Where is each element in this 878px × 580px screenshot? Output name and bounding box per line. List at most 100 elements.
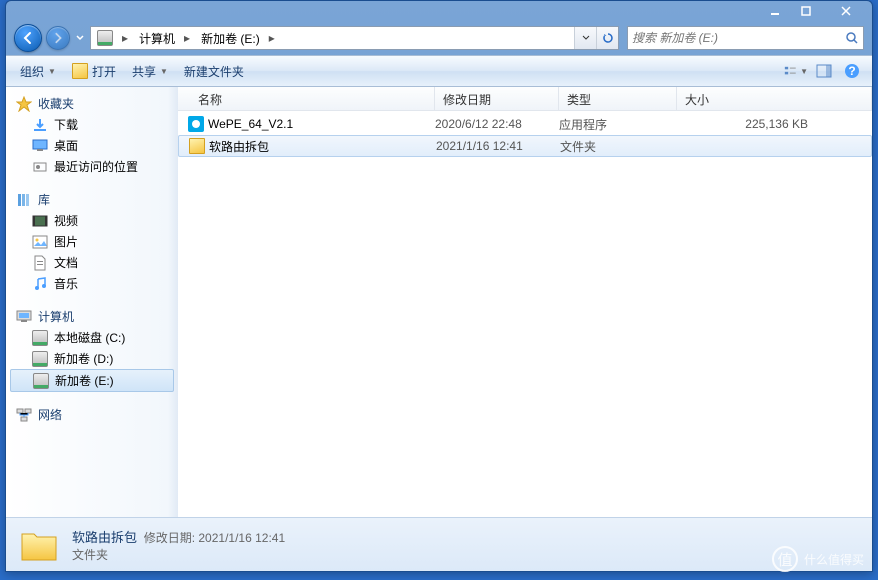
file-list[interactable]: WePE_64_V2.1 2020/6/12 22:48 应用程序 225,13… [178, 111, 872, 517]
music-icon [32, 276, 48, 292]
folder-open-icon [72, 63, 88, 79]
sidebar-item-videos[interactable]: 视频 [6, 210, 178, 231]
help-button[interactable]: ? [840, 59, 864, 83]
file-type: 应用程序 [559, 116, 677, 133]
navigation-row: ▸ 计算机 ▸ 新加卷 (E:) ▸ [6, 21, 872, 55]
drive-icon [33, 373, 49, 389]
file-size: 225,136 KB [677, 117, 868, 131]
preview-pane-button[interactable] [812, 59, 836, 83]
sidebar-item-recent[interactable]: 最近访问的位置 [6, 156, 178, 177]
sidebar-libraries[interactable]: 库 [6, 189, 178, 210]
download-icon [32, 117, 48, 133]
network-icon [16, 407, 32, 423]
address-bar[interactable]: ▸ 计算机 ▸ 新加卷 (E:) ▸ [90, 26, 619, 50]
sidebar-group-label: 计算机 [38, 308, 74, 325]
sidebar-item-music[interactable]: 音乐 [6, 273, 178, 294]
titlebar[interactable] [6, 1, 872, 21]
sidebar-item-downloads[interactable]: 下载 [6, 114, 178, 135]
column-header-date[interactable]: 修改日期 [435, 87, 559, 110]
chevron-down-icon: ▼ [160, 67, 168, 76]
share-menu[interactable]: 共享 ▼ [126, 61, 174, 82]
breadcrumb-sep-icon[interactable]: ▸ [117, 27, 133, 49]
column-header-name[interactable]: 名称 [178, 87, 435, 110]
computer-icon [16, 309, 32, 325]
view-menu[interactable]: ▼ [784, 59, 808, 83]
address-dropdown-button[interactable] [574, 27, 596, 49]
newfolder-button[interactable]: 新建文件夹 [178, 61, 250, 82]
details-date-label: 修改日期: [144, 531, 195, 545]
sidebar-computer[interactable]: 计算机 [6, 306, 178, 327]
sidebar-item-documents[interactable]: 文档 [6, 252, 178, 273]
picture-icon [32, 234, 48, 250]
details-pane: 软路由拆包 修改日期: 2021/1/16 12:41 文件夹 [6, 517, 872, 571]
sidebar-item-label: 音乐 [54, 275, 78, 292]
sidebar[interactable]: 收藏夹 下载 桌面 最近访问的位置 库 视频 图片 文档 音乐 计算机 本地磁盘… [6, 87, 178, 517]
sidebar-group-label: 网络 [38, 406, 62, 423]
sidebar-item-label: 最近访问的位置 [54, 158, 138, 175]
back-button[interactable] [14, 24, 42, 52]
breadcrumb-computer[interactable]: 计算机 [133, 27, 179, 49]
open-label: 打开 [92, 63, 116, 80]
file-date: 2020/6/12 22:48 [435, 117, 559, 131]
sidebar-item-drive-d[interactable]: 新加卷 (D:) [6, 348, 178, 369]
folder-icon [189, 138, 205, 154]
sidebar-item-label: 本地磁盘 (C:) [54, 329, 125, 346]
newfolder-label: 新建文件夹 [184, 63, 244, 80]
body-area: 收藏夹 下载 桌面 最近访问的位置 库 视频 图片 文档 音乐 计算机 本地磁盘… [6, 87, 872, 517]
folder-large-icon [18, 524, 60, 566]
sidebar-item-label: 桌面 [54, 137, 78, 154]
file-name: 软路由拆包 [209, 138, 269, 155]
sidebar-item-drive-e[interactable]: 新加卷 (E:) [10, 369, 174, 392]
toolbar: 组织 ▼ 打开 共享 ▼ 新建文件夹 ▼ ? [6, 55, 872, 87]
column-header-size[interactable]: 大小 [677, 87, 872, 110]
refresh-button[interactable] [596, 27, 618, 49]
nav-history-dropdown[interactable] [74, 26, 86, 50]
sidebar-item-desktop[interactable]: 桌面 [6, 135, 178, 156]
file-row[interactable]: WePE_64_V2.1 2020/6/12 22:48 应用程序 225,13… [178, 113, 872, 135]
file-name: WePE_64_V2.1 [208, 117, 293, 131]
column-headers: 名称 修改日期 类型 大小 [178, 87, 872, 111]
share-label: 共享 [132, 63, 156, 80]
sidebar-item-label: 文档 [54, 254, 78, 271]
sidebar-group-label: 库 [38, 191, 50, 208]
svg-text:?: ? [848, 64, 855, 78]
search-box[interactable] [627, 26, 864, 50]
search-input[interactable] [632, 31, 845, 45]
content-area: 名称 修改日期 类型 大小 WePE_64_V2.1 2020/6/12 22:… [178, 87, 872, 517]
sidebar-item-pictures[interactable]: 图片 [6, 231, 178, 252]
file-type: 文件夹 [560, 138, 678, 155]
chevron-down-icon: ▼ [800, 67, 808, 76]
breadcrumb-drive[interactable]: 新加卷 (E:) [195, 27, 264, 49]
library-icon [16, 192, 32, 208]
chevron-down-icon: ▼ [48, 67, 56, 76]
drive-icon [32, 330, 48, 346]
open-button[interactable]: 打开 [66, 61, 122, 82]
breadcrumb-sep-icon[interactable]: ▸ [179, 27, 195, 49]
document-icon [32, 255, 48, 271]
details-type: 文件夹 [72, 546, 285, 563]
drive-icon [32, 351, 48, 367]
forward-button[interactable] [46, 26, 70, 50]
organize-menu[interactable]: 组织 ▼ [14, 61, 62, 82]
file-row[interactable]: 软路由拆包 2021/1/16 12:41 文件夹 [178, 135, 872, 157]
explorer-window: ▸ 计算机 ▸ 新加卷 (E:) ▸ 组织▼ 打开 共享▼ 新建文件夹 ▼ ? … [5, 0, 873, 572]
recent-icon [32, 159, 48, 175]
close-button[interactable] [822, 2, 870, 20]
sidebar-favorites[interactable]: 收藏夹 [6, 93, 178, 114]
video-icon [32, 213, 48, 229]
sidebar-group-label: 收藏夹 [38, 95, 74, 112]
breadcrumb-sep-icon[interactable]: ▸ [264, 27, 280, 49]
column-header-type[interactable]: 类型 [559, 87, 677, 110]
sidebar-item-label: 图片 [54, 233, 78, 250]
sidebar-item-label: 新加卷 (E:) [55, 372, 114, 389]
file-date: 2021/1/16 12:41 [436, 139, 560, 153]
organize-label: 组织 [20, 63, 44, 80]
maximize-button[interactable] [791, 2, 821, 20]
star-icon [16, 96, 32, 112]
desktop-icon [32, 138, 48, 154]
breadcrumb-drive-icon[interactable] [91, 27, 117, 49]
sidebar-item-label: 新加卷 (D:) [54, 350, 113, 367]
sidebar-item-drive-c[interactable]: 本地磁盘 (C:) [6, 327, 178, 348]
sidebar-network[interactable]: 网络 [6, 404, 178, 425]
minimize-button[interactable] [760, 2, 790, 20]
